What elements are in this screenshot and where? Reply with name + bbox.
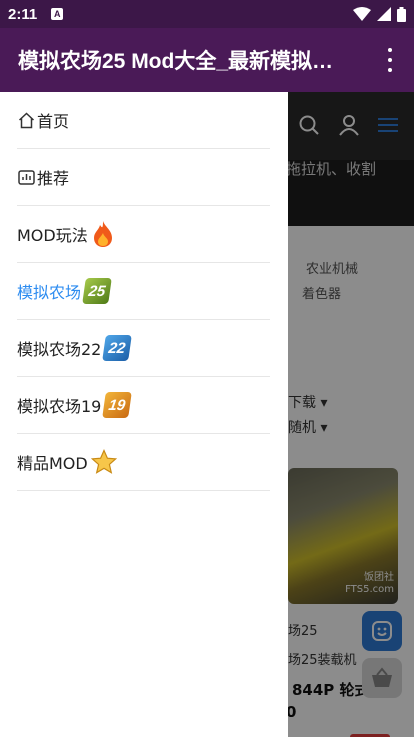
wifi-icon <box>353 7 371 21</box>
nav-item-fs19[interactable]: 模拟农场19 19 <box>17 377 270 434</box>
home-icon <box>17 111 35 129</box>
fire-icon <box>91 220 115 248</box>
notification-a-icon: A <box>51 8 64 20</box>
fs25-badge-icon: 25 <box>82 278 112 304</box>
chart-icon <box>17 168 35 186</box>
fs22-badge-icon: 22 <box>102 335 133 361</box>
star-icon <box>90 449 117 475</box>
fs19-badge-icon: 19 <box>102 392 133 418</box>
app-bar: 模拟农场25 Mod大全_最新模拟… <box>0 28 414 92</box>
nav-item-mod-gameplay[interactable]: MOD玩法 <box>17 206 270 263</box>
nav-item-label: 模拟农场 <box>17 283 82 302</box>
nav-item-label: 推荐 <box>37 169 70 188</box>
signal-icon <box>377 7 391 21</box>
status-bar: 2:11 A <box>0 0 414 28</box>
status-time: 2:11 <box>8 5 38 23</box>
nav-item-label: MOD玩法 <box>17 226 88 245</box>
battery-icon <box>397 6 406 22</box>
more-vert-icon[interactable] <box>380 48 400 72</box>
nav-item-premium-mod[interactable]: 精品MOD <box>17 434 270 491</box>
nav-item-label: 首页 <box>37 112 70 131</box>
nav-item-label: 模拟农场19 <box>17 397 102 416</box>
status-icons <box>353 6 406 22</box>
nav-drawer: 首页 推荐 MOD玩法 模拟农场 25 模拟农场22 22 模拟农场19 19 … <box>0 92 288 737</box>
nav-item-home[interactable]: 首页 <box>17 92 270 149</box>
nav-item-label: 精品MOD <box>17 454 88 473</box>
nav-item-fs25[interactable]: 模拟农场 25 <box>17 263 270 320</box>
nav-item-recommend[interactable]: 推荐 <box>17 149 270 206</box>
nav-item-label: 模拟农场22 <box>17 340 102 359</box>
nav-item-fs22[interactable]: 模拟农场22 22 <box>17 320 270 377</box>
app-title: 模拟农场25 Mod大全_最新模拟… <box>18 50 334 73</box>
